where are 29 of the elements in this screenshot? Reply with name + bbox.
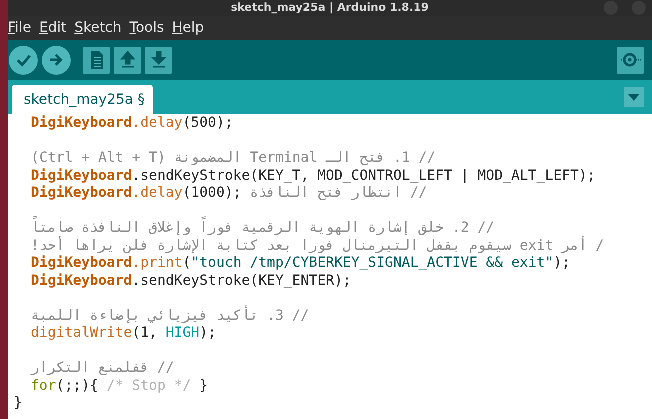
up-arrow-icon bbox=[118, 50, 136, 70]
upload-button[interactable] bbox=[42, 46, 71, 74]
menu-item[interactable]: File bbox=[8, 20, 32, 36]
menu-item[interactable]: Help bbox=[172, 20, 204, 36]
code-line: for(;;){ /* Stop */ } bbox=[30, 378, 210, 395]
editor-tab[interactable]: sketch_may25a § bbox=[12, 85, 153, 114]
new-button[interactable] bbox=[83, 46, 110, 74]
code-line: DigiKeyboard.print("touch /tmp/CYBERKEY_SIGNAL_ACTIVE && exit"); bbox=[30, 255, 572, 272]
code-line: DigiKeyboard.delay(500); bbox=[30, 115, 234, 132]
code-line: } bbox=[14, 395, 24, 412]
magnifier-icon bbox=[620, 51, 642, 69]
code-line: // 3. تأكيد فيزيائي بإضاءة اللمبة bbox=[30, 308, 310, 325]
window-title: sketch_may25a | Arduino 1.8.19 bbox=[231, 1, 429, 15]
menu-item[interactable]: Tools bbox=[130, 20, 164, 36]
tab-menu-button[interactable] bbox=[624, 87, 644, 107]
code-line: // 1. فتح الـ Terminal المضمونة (Ctrl + Alt + T) bbox=[30, 150, 437, 168]
menu-item[interactable]: Edit bbox=[39, 20, 67, 36]
menu-item[interactable]: Sketch bbox=[74, 20, 122, 36]
code-line: digitalWrite(1, HIGH); bbox=[30, 325, 218, 342]
open-button[interactable] bbox=[114, 46, 141, 74]
serial-monitor-button[interactable] bbox=[617, 46, 644, 74]
code-line: / أمر exit سيقوم بقفل التيرمنال فورا بعد كتابة الإشارة فلن يراها أحد! bbox=[30, 238, 606, 255]
code-line: DigiKeyboard.sendKeyStroke(KEY_ENTER); bbox=[30, 272, 352, 290]
verify-button[interactable] bbox=[9, 46, 38, 74]
save-button[interactable] bbox=[145, 46, 172, 74]
code-line: DigiKeyboard.sendKeyStroke(KEY_T, MOD_CONTROL_LEFT | MOD_ALT_LEFT); bbox=[30, 168, 597, 185]
caret-icon bbox=[628, 94, 640, 100]
code-line: // قفلمنع التكرار bbox=[30, 360, 176, 378]
down-arrow-icon bbox=[150, 50, 168, 70]
